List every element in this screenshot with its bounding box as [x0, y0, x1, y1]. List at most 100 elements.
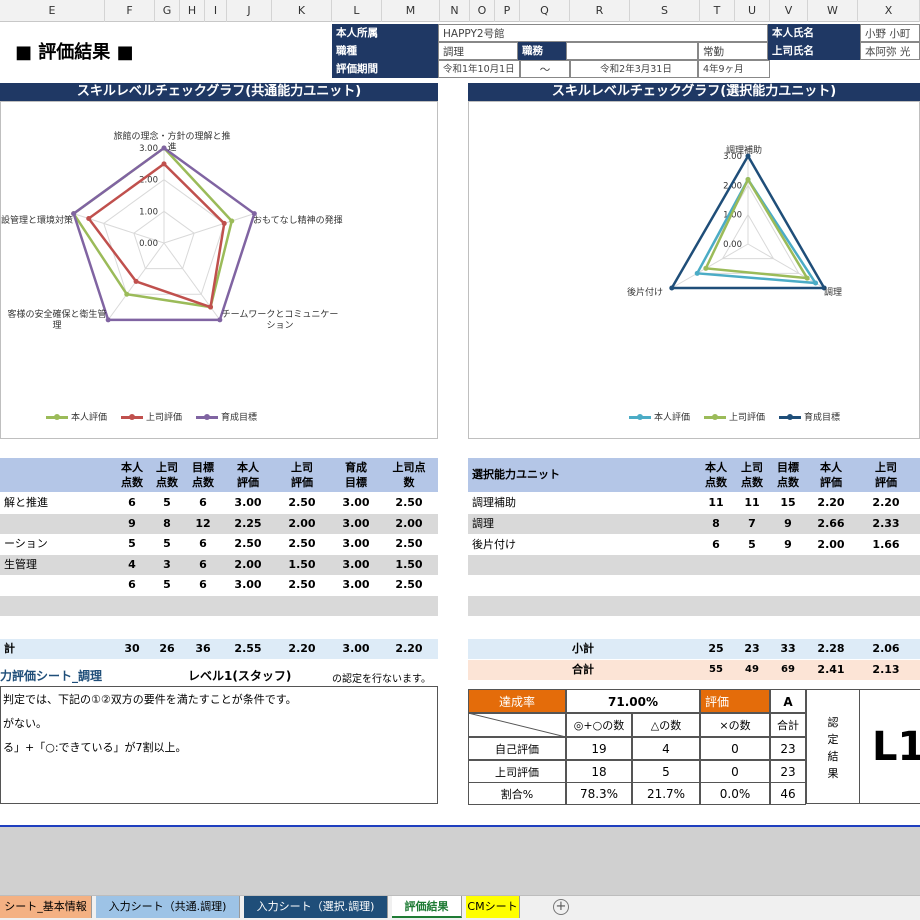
- col-header-O[interactable]: O: [470, 0, 495, 22]
- col-header-M[interactable]: M: [382, 0, 440, 22]
- duty-value[interactable]: [566, 42, 698, 60]
- selective-total-row: 合計 55 49 69 2.41 2.13: [468, 660, 920, 680]
- table-cell: 6: [199, 537, 207, 550]
- radar-point: [124, 291, 130, 297]
- hdr-r-boss-eval: 上司 評価: [875, 461, 897, 489]
- hdr-r-self-points: 本人 点数: [705, 461, 727, 489]
- radar-point: [703, 265, 709, 271]
- radar-point: [669, 285, 675, 291]
- radar-point: [86, 216, 92, 222]
- common-table-header: 本人 点数 上司 点数 目標 点数 本人 評価 上司 評価 育成 目標 上司点 …: [0, 458, 438, 492]
- affiliation-label: 本人所属: [332, 24, 438, 42]
- table-cell: 2.50: [395, 537, 423, 550]
- level-label: レベル1(スタッフ): [188, 669, 292, 683]
- col-header-T[interactable]: T: [700, 0, 735, 22]
- radar-point: [208, 304, 214, 310]
- tab-evaluation-result[interactable]: 評価結果: [392, 896, 462, 918]
- table-cell: 2.50: [234, 537, 262, 550]
- name-label: 本人氏名: [768, 24, 860, 42]
- col-header-W[interactable]: W: [808, 0, 858, 22]
- common-unit-radar-chart[interactable]: 0.00 1.00 2.00 3.00 旅館の理念・方針の理解と推 進 おもてなし精神…: [0, 101, 438, 439]
- selective-subtotal-row: 小計 25 23 33 2.28 2.06: [468, 639, 920, 659]
- table-cell: 9: [784, 517, 792, 530]
- period-from[interactable]: 令和1年10月1日: [438, 60, 520, 78]
- table-cell: 9: [128, 516, 136, 530]
- selective-unit-radar-chart[interactable]: 0.00 1.00 2.00 3.00 調理補助 調理 後片付け 本人評価 上司評価 …: [468, 101, 920, 439]
- right-chart-banner: スキルレベルチェックグラフ(選択能力ユニット): [468, 83, 920, 101]
- col-header-X[interactable]: X: [858, 0, 920, 22]
- result-cell: 0.0%: [700, 782, 770, 805]
- col-header-S[interactable]: S: [630, 0, 700, 22]
- col-header-L[interactable]: L: [332, 0, 382, 22]
- col-header-F[interactable]: F: [105, 0, 155, 22]
- col-header-U[interactable]: U: [735, 0, 770, 22]
- tab-basic-info[interactable]: シート_基本情報: [0, 896, 92, 918]
- period-length[interactable]: 4年9ヶ月: [698, 60, 770, 78]
- name-value[interactable]: 小野 小町: [860, 24, 920, 42]
- page-title: ■ 評価結果 ■: [15, 42, 134, 63]
- table-cell: 2.00: [288, 516, 316, 530]
- tab-cm-sheet[interactable]: CMシート: [466, 896, 520, 918]
- subtotal-cell: 26: [159, 642, 175, 655]
- table-cell: 7: [748, 517, 756, 530]
- evaluation-label: 評価: [700, 689, 770, 713]
- worksheet-area[interactable]: ■ 評価結果 ■ 本人所属 HAPPY2号館 本人氏名 小野 小町 職種 調理 …: [0, 22, 920, 827]
- table-cell: 1.50: [288, 557, 316, 571]
- hdr-r-self-eval: 本人 評価: [820, 461, 842, 489]
- row-name: [0, 575, 110, 595]
- col-header-P[interactable]: P: [495, 0, 520, 22]
- add-sheet-icon[interactable]: +: [553, 899, 569, 915]
- col-header-I[interactable]: I: [205, 0, 227, 22]
- period-to[interactable]: 令和2年3月31日: [570, 60, 698, 78]
- certification-note: の認定を行ないます。: [332, 674, 431, 685]
- col-header-E[interactable]: E: [0, 0, 105, 22]
- blank-row: [468, 555, 920, 575]
- col-header-J[interactable]: J: [227, 0, 272, 22]
- table-cell: 5: [163, 496, 171, 509]
- hdr-r-target-points: 目標 点数: [777, 461, 799, 489]
- tab-input-selective[interactable]: 入力シート（選択.調理): [244, 896, 388, 918]
- col-header-R[interactable]: R: [570, 0, 630, 22]
- hdr-self-points: 本人 点数: [121, 461, 143, 489]
- col-header-N[interactable]: N: [440, 0, 470, 22]
- radar-point: [804, 275, 810, 281]
- diagonal-corner-cell: [468, 713, 566, 737]
- col-header-H[interactable]: H: [180, 0, 205, 22]
- result-cell: 0: [700, 737, 770, 760]
- result-row-label: 上司評価: [468, 759, 566, 783]
- table-cell: 2.00: [234, 557, 262, 571]
- table-cell: 2.20: [872, 496, 900, 509]
- tab-input-common[interactable]: 入力シート（共通.調理): [96, 896, 240, 918]
- employment-value[interactable]: 常勤: [698, 42, 768, 60]
- table-cell: 3.00: [342, 557, 370, 571]
- table-cell: 5: [128, 537, 136, 550]
- table-cell: 2.00: [817, 538, 845, 551]
- selective-table-title: 選択能力ユニット: [472, 468, 560, 481]
- result-cell: 78.3%: [566, 782, 632, 805]
- table-cell: 3.00: [342, 516, 370, 530]
- note-line-3: る」+「○:できている」が7割以上。: [3, 741, 187, 754]
- result-row-label: 割合%: [468, 782, 566, 805]
- table-cell: 6: [199, 578, 207, 591]
- col-header-Q[interactable]: Q: [520, 0, 570, 22]
- row-name: 解と推進: [4, 496, 48, 509]
- col-poor-count: ×の数: [700, 713, 770, 737]
- axis-label-cooking: 調理: [824, 288, 843, 298]
- table-cell: 6: [712, 538, 720, 551]
- table-cell: 2.50: [288, 537, 316, 550]
- table-row: 調理補助 11 11 15 2.20 2.20: [468, 493, 920, 513]
- row-name: 調理補助: [472, 496, 516, 509]
- hdr-target-points: 目標 点数: [192, 461, 214, 489]
- radar-point: [133, 278, 139, 284]
- subtotal-cell: 2.20: [395, 642, 423, 655]
- column-header-bar: E F G H I J K L M N O P Q R S T U V W X: [0, 0, 920, 22]
- table-cell: 6: [199, 496, 207, 509]
- affiliation-value[interactable]: HAPPY2号館: [438, 24, 768, 42]
- table-cell: 2.66: [817, 517, 845, 530]
- col-header-K[interactable]: K: [272, 0, 332, 22]
- boss-value[interactable]: 本阿弥 光: [860, 42, 920, 60]
- radar-plot-selective: 0.001.002.003.00: [669, 152, 827, 291]
- job-value[interactable]: 調理: [438, 42, 518, 60]
- col-header-V[interactable]: V: [770, 0, 808, 22]
- col-header-G[interactable]: G: [155, 0, 180, 22]
